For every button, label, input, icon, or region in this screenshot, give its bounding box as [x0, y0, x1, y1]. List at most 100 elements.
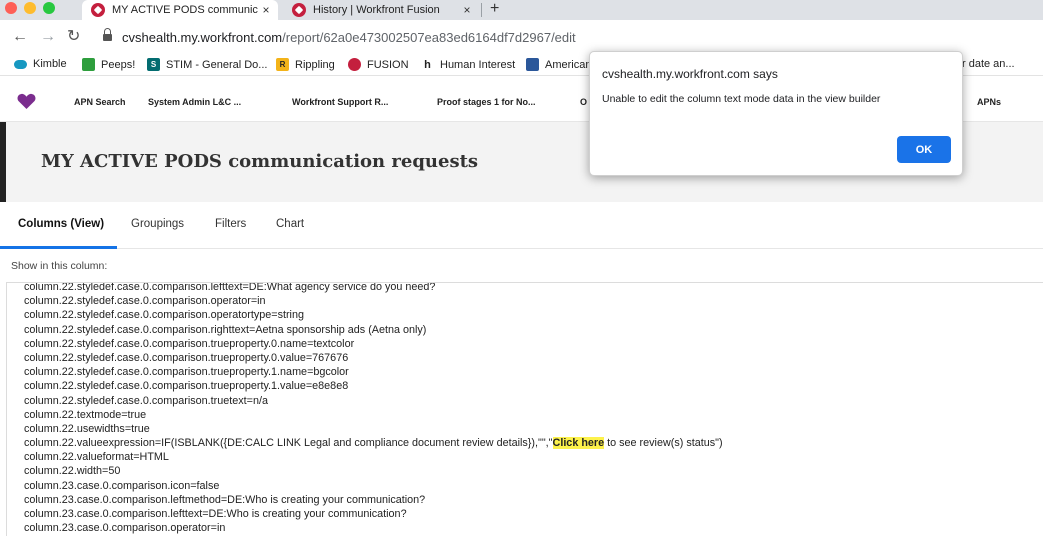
code-text: to see review(s) status") [604, 437, 723, 450]
tab-groupings[interactable]: Groupings [131, 218, 184, 230]
bookmark-kimble[interactable]: Kimble [14, 58, 67, 70]
code-text: column.22.styledef.case.0.comparison.tru… [24, 366, 349, 379]
alert-title: cvshealth.my.workfront.com says [602, 67, 778, 81]
window-zoom-button[interactable] [43, 2, 55, 14]
code-text: column.22.width=50 [24, 465, 121, 478]
code-text: column.22.valueexpression=IF(ISBLANK({DE… [24, 437, 553, 450]
highlighted-click-here: Click here [552, 437, 605, 450]
code-line: column.22.styledef.case.0.comparison.tru… [24, 351, 723, 365]
bookmark-label: FUSION [367, 58, 409, 71]
tab-filters[interactable]: Filters [215, 218, 246, 230]
code-text: column.22.textmode=true [24, 408, 147, 421]
tab-separator [481, 3, 482, 17]
window-minimize-button[interactable] [24, 2, 36, 14]
alert-dialog: cvshealth.my.workfront.com says Unable t… [589, 51, 963, 176]
tab-chart[interactable]: Chart [276, 218, 304, 230]
workfront-heart-logo-icon[interactable] [17, 93, 36, 110]
code-text: column.23.case.0.comparison.operator=in [24, 522, 226, 535]
page-title: MY ACTIVE PODS communication requests [41, 151, 479, 172]
tab-columns-view[interactable]: Columns (View) [18, 218, 104, 230]
nav-link-proof-stages[interactable]: Proof stages 1 for No... [437, 97, 536, 107]
tab-close-icon[interactable]: × [459, 3, 475, 17]
code-text: column.22.styledef.case.0.comparison.rig… [24, 323, 427, 336]
workfront-icon [348, 58, 361, 71]
forward-arrow-icon[interactable]: → [40, 28, 56, 46]
active-tab-indicator [0, 246, 117, 249]
code-lines: column.22.styledef.case.0.comparison.lef… [24, 282, 723, 535]
workfront-favicon-icon [292, 3, 306, 17]
code-line: column.22.styledef.case.0.comparison.tru… [24, 337, 723, 351]
code-text: column.23.case.0.comparison.leftmethod=D… [24, 493, 426, 506]
window-close-button[interactable] [5, 2, 17, 14]
code-line: column.22.valueexpression=IF(ISBLANK({DE… [24, 436, 723, 450]
text-mode-editor[interactable]: column.22.styledef.case.0.comparison.lef… [6, 282, 1043, 536]
code-text: column.22.styledef.case.0.comparison.tru… [24, 380, 349, 393]
code-line: column.22.styledef.case.0.comparison.rig… [24, 323, 723, 337]
browser-tab-active[interactable]: MY ACTIVE PODS communicat × [82, 0, 278, 20]
code-line: column.22.styledef.case.0.comparison.ope… [24, 308, 723, 322]
nav-link-apns[interactable]: APNs [977, 97, 1001, 107]
browser-toolbar: ← → ↻ cvshealth.my.workfront.com/report/… [0, 20, 1043, 54]
view-builder-tabs: Columns (View) Groupings Filters Chart [0, 202, 1043, 249]
peeps-icon [82, 58, 95, 71]
bookmark-label: Peeps! [101, 58, 136, 71]
code-line: column.23.case.0.comparison.leftmethod=D… [24, 493, 723, 507]
code-text: column.22.styledef.case.0.comparison.tru… [24, 337, 355, 350]
browser-tab-strip: MY ACTIVE PODS communicat × History | Wo… [0, 0, 1043, 20]
new-tab-icon[interactable]: + [490, 0, 499, 18]
code-text: column.22.styledef.case.0.comparison.tru… [24, 394, 268, 407]
code-line: column.23.case.0.comparison.operator=in [24, 521, 723, 535]
address-bar[interactable]: cvshealth.my.workfront.com/report/62a0e4… [122, 30, 576, 45]
code-text: column.23.case.0.comparison.icon=false [24, 479, 220, 492]
nav-link-system-admin[interactable]: System Admin L&C ... [148, 97, 241, 107]
bookmark-label: Human Interest [440, 58, 516, 71]
ok-button[interactable]: OK [897, 136, 951, 163]
bookmark-partial[interactable]: r date an... [962, 58, 1015, 70]
bookmark-human-interest[interactable]: h Human Interest [421, 58, 515, 71]
code-line: column.22.styledef.case.0.comparison.tru… [24, 379, 723, 393]
code-line: column.22.textmode=true [24, 408, 723, 422]
show-in-column-label: Show in this column: [11, 260, 108, 272]
bookmark-label: Rippling [295, 58, 335, 71]
nav-link-workfront-support[interactable]: Workfront Support R... [292, 97, 388, 107]
bookmark-label: r date an... [962, 58, 1015, 70]
code-text: column.22.styledef.case.0.comparison.lef… [24, 282, 436, 293]
american-icon [526, 58, 539, 71]
header-accent-bar [0, 122, 6, 202]
bookmark-fusion[interactable]: FUSION [348, 58, 409, 71]
reload-icon[interactable]: ↻ [67, 28, 80, 46]
code-text: column.22.usewidths=true [24, 422, 150, 435]
code-text: column.22.valueformat=HTML [24, 451, 169, 464]
bookmark-stim[interactable]: S STIM - General Do... [147, 58, 267, 71]
bookmark-label: Kimble [33, 58, 67, 70]
human-interest-icon: h [421, 58, 434, 71]
sharepoint-icon: S [147, 58, 160, 71]
bookmark-peeps[interactable]: Peeps! [82, 58, 135, 71]
code-line: column.22.styledef.case.0.comparison.lef… [24, 282, 723, 294]
nav-link-apn-search[interactable]: APN Search [74, 97, 126, 107]
tab-close-icon[interactable]: × [258, 3, 274, 17]
bookmark-american[interactable]: American [526, 58, 591, 71]
code-line: column.22.styledef.case.0.comparison.tru… [24, 394, 723, 408]
code-text: column.22.styledef.case.0.comparison.ope… [24, 295, 266, 308]
bookmark-rippling[interactable]: R Rippling [276, 58, 335, 71]
code-line: column.22.width=50 [24, 464, 723, 478]
code-line: column.23.case.0.comparison.icon=false [24, 479, 723, 493]
code-line: column.22.styledef.case.0.comparison.tru… [24, 365, 723, 379]
code-text: column.22.styledef.case.0.comparison.tru… [24, 351, 349, 364]
code-line: column.22.styledef.case.0.comparison.ope… [24, 294, 723, 308]
tab-title: History | Workfront Fusion [313, 4, 440, 16]
nav-link-partial[interactable]: O [580, 97, 587, 107]
tab-title: MY ACTIVE PODS communicat [112, 4, 258, 16]
bookmark-label: STIM - General Do... [166, 58, 268, 71]
code-text: column.22.styledef.case.0.comparison.ope… [24, 309, 304, 322]
back-arrow-icon[interactable]: ← [12, 28, 28, 46]
code-line: column.23.case.0.comparison.lefttext=DE:… [24, 507, 723, 521]
url-path: /report/62a0e473002507ea83ed6164df7d2967… [282, 30, 576, 45]
salesforce-cloud-icon [14, 59, 27, 69]
browser-tab-history[interactable]: History | Workfront Fusion × [283, 0, 479, 20]
bookmark-label: American [545, 58, 592, 71]
workfront-favicon-icon [91, 3, 105, 17]
code-line: column.22.usewidths=true [24, 422, 723, 436]
lock-icon[interactable] [103, 28, 112, 42]
